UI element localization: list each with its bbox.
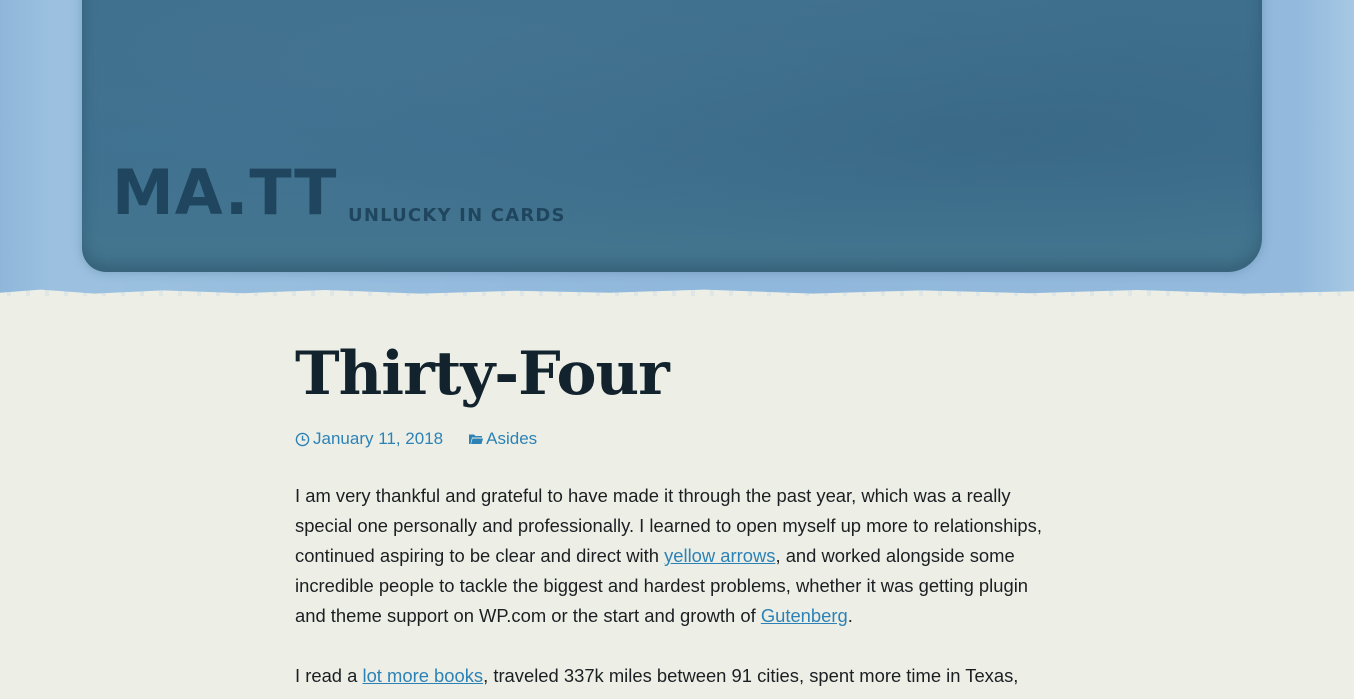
site-tagline: UNLUCKY IN CARDS — [348, 205, 566, 226]
post-date-link[interactable]: January 11, 2018 — [295, 429, 443, 449]
header-card-background — [82, 0, 1262, 272]
post-title: Thirty-Four — [295, 339, 670, 409]
folder-icon — [469, 434, 484, 444]
gutenberg-link[interactable]: Gutenberg — [761, 605, 848, 626]
clock-icon — [295, 432, 310, 446]
post: Thirty-Four January 11, 2018 Asides I am… — [295, 338, 1055, 691]
paragraph-1: I am very thankful and grateful to have … — [295, 481, 1055, 631]
post-category: Asides — [486, 429, 538, 448]
main-content: Thirty-Four January 11, 2018 Asides I am… — [295, 300, 1055, 691]
yellow-arrows-link[interactable]: yellow arrows — [664, 545, 775, 566]
paragraph-2-text-a: I read a — [295, 665, 363, 686]
paragraph-2: I read a lot more books, traveled 337k m… — [295, 661, 1055, 691]
lot-more-books-link[interactable]: lot more books — [362, 665, 483, 686]
post-date: January 11, 2018 — [313, 429, 444, 448]
site-title[interactable]: MA.TT — [112, 162, 337, 224]
post-body: I am very thankful and grateful to have … — [295, 481, 1055, 691]
post-category-link[interactable]: Asides — [469, 429, 537, 449]
paragraph-1-text-c: . — [847, 605, 853, 626]
paragraph-2-text-b: , traveled 337k miles between 91 cities,… — [483, 665, 1019, 686]
site-header: MA.TT UNLUCKY IN CARDS — [0, 0, 1354, 296]
post-meta: January 11, 2018 Asides — [295, 427, 1055, 451]
